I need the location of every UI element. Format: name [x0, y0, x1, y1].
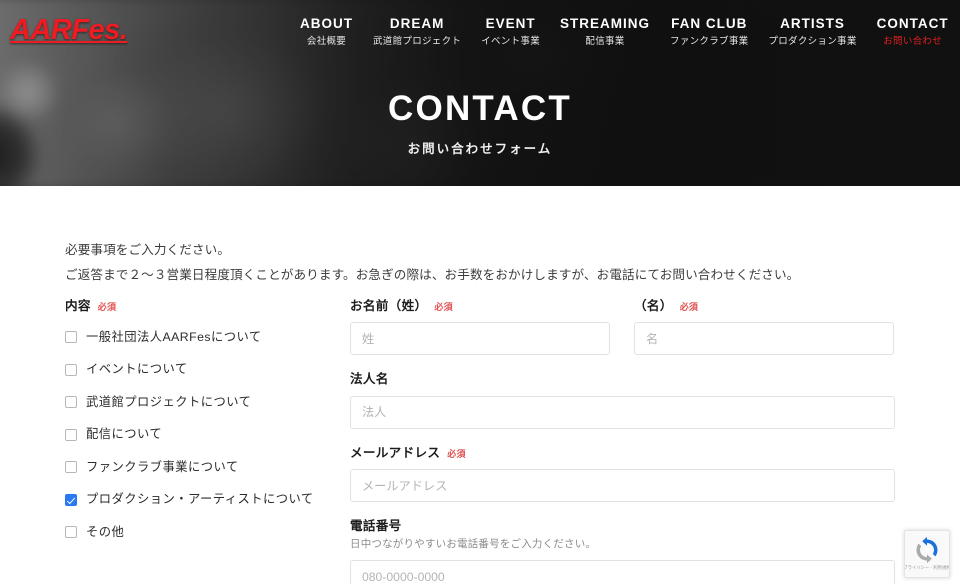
checkbox-option-production[interactable]: プロダクション・アーティストについて: [65, 490, 350, 510]
last-name-group: お名前（姓） 必須: [350, 298, 610, 356]
phone-label: 電話番号: [350, 518, 895, 534]
checkbox-label: イベントについて: [86, 362, 188, 377]
page-subtitle: お問い合わせフォーム: [407, 141, 553, 156]
nav-item-label-ja: プロダクション事業: [768, 35, 857, 47]
last-name-label: お名前（姓） 必須: [350, 298, 610, 314]
nav-item-dream[interactable]: DREAM 武道館プロジェクト: [363, 16, 471, 47]
last-name-label-text: お名前（姓）: [350, 299, 428, 313]
nav-item-label-en: EVENT: [485, 16, 536, 31]
content-checkbox-group: 内容 必須 一般社団法人AARFesについて イベントについて 武道館プロジェク…: [65, 298, 350, 555]
nav-item-label-en: DREAM: [389, 16, 445, 31]
phone-hint: 日中つながりやすいお電話番号をご入力ください。: [350, 538, 597, 551]
checkbox-label: 一般社団法人AARFesについて: [86, 329, 262, 344]
nav-item-label-en: ARTISTS: [780, 16, 845, 31]
phone-label-text: 電話番号: [350, 519, 402, 534]
required-badge: 必須: [679, 302, 699, 312]
first-name-label-text: （名）: [634, 299, 673, 313]
phone-input[interactable]: [350, 560, 895, 584]
site-header-hero: AARFes. ABOUT 会社概要 DREAM 武道館プロジェクト EVENT…: [0, 0, 960, 186]
email-input[interactable]: [350, 469, 895, 503]
checkbox-label: プロダクション・アーティストについて: [86, 492, 314, 507]
site-logo[interactable]: AARFes.: [10, 16, 128, 45]
nav-item-label-ja: 会社概要: [306, 35, 347, 47]
nav-item-label-ja: イベント事業: [481, 35, 541, 47]
personal-details-group: お名前（姓） 必須 （名） 必須 法人名: [350, 298, 895, 584]
checkbox-box-icon[interactable]: [65, 461, 77, 474]
email-group: メールアドレス 必須: [350, 445, 895, 503]
nav-item-label-en: STREAMING: [560, 16, 651, 31]
nav-item-label-ja: お問い合わせ: [883, 35, 943, 47]
checkbox-box-icon[interactable]: [65, 396, 77, 409]
required-badge: 必須: [447, 448, 466, 459]
checkbox-box-icon[interactable]: [65, 331, 77, 344]
required-badge: 必須: [434, 302, 453, 312]
nav-item-streaming[interactable]: STREAMING 配信事業: [550, 16, 660, 47]
content-group-label: 内容 必須: [65, 298, 350, 314]
nav-item-label-ja: 武道館プロジェクト: [373, 35, 462, 47]
nav-item-artists[interactable]: ARTISTS プロダクション事業: [758, 16, 866, 47]
nav-item-event[interactable]: EVENT イベント事業: [471, 16, 550, 47]
recaptcha-badge[interactable]: プライバシー - 利用規約: [904, 530, 950, 578]
company-group: 法人名: [350, 371, 895, 429]
nav-item-about[interactable]: ABOUT 会社概要: [290, 16, 363, 47]
checkbox-label: 武道館プロジェクトについて: [86, 394, 252, 409]
content-label-text: 内容: [65, 299, 91, 313]
contact-form: 内容 必須 一般社団法人AARFesについて イベントについて 武道館プロジェク…: [65, 298, 895, 584]
nav-item-label-en: CONTACT: [876, 16, 949, 31]
email-label: メールアドレス 必須: [350, 445, 895, 461]
last-name-input[interactable]: [350, 322, 610, 356]
recaptcha-links[interactable]: プライバシー - 利用規約: [905, 565, 949, 571]
contact-page-body: 必要事項をご入力ください。 ご返答まで２〜３営業日程度頂くことがあります。お急ぎ…: [0, 186, 960, 584]
first-name-group: （名） 必須: [634, 298, 894, 356]
phone-group: 電話番号 日中つながりやすいお電話番号をご入力ください。: [350, 518, 895, 584]
nav-item-contact[interactable]: CONTACT お問い合わせ: [867, 16, 959, 47]
nav-item-fan-club[interactable]: FAN CLUB ファンクラブ事業: [660, 16, 758, 47]
checkbox-box-icon[interactable]: [65, 363, 77, 376]
checkbox-option-budokan[interactable]: 武道館プロジェクトについて: [65, 392, 350, 412]
nav-item-label-ja: 配信事業: [585, 35, 625, 47]
main-navigation: ABOUT 会社概要 DREAM 武道館プロジェクト EVENT イベント事業 …: [290, 16, 959, 47]
nav-item-label-en: ABOUT: [300, 16, 353, 31]
first-name-label: （名） 必須: [634, 298, 894, 314]
checkbox-option-event[interactable]: イベントについて: [65, 360, 350, 380]
required-badge: 必須: [97, 302, 117, 312]
checkbox-label: 配信について: [86, 427, 163, 442]
company-label-text: 法人名: [350, 372, 389, 387]
intro-text: 必要事項をご入力ください。 ご返答まで２〜３営業日程度頂くことがあります。お急ぎ…: [65, 238, 885, 287]
checkbox-box-icon[interactable]: [65, 526, 77, 539]
email-label-text: メールアドレス: [350, 445, 441, 460]
intro-line-2: ご返答まで２〜３営業日程度頂くことがあります。お急ぎの際は、お手数をおかけします…: [65, 267, 800, 282]
page-title: CONTACT: [388, 89, 572, 128]
recaptcha-icon: [916, 536, 938, 564]
checkbox-box-icon-checked[interactable]: [65, 493, 77, 506]
checkbox-option-other[interactable]: その他: [65, 522, 350, 542]
hero-heading-block: CONTACT お問い合わせフォーム: [0, 89, 960, 157]
checkbox-label: ファンクラブ事業について: [86, 459, 239, 474]
checkbox-option-corporation[interactable]: 一般社団法人AARFesについて: [65, 327, 350, 347]
nav-item-label-en: FAN CLUB: [671, 16, 748, 31]
company-input[interactable]: [350, 395, 895, 429]
first-name-input[interactable]: [634, 322, 894, 356]
name-row: お名前（姓） 必須 （名） 必須: [350, 298, 895, 371]
checkbox-label: その他: [86, 524, 125, 539]
intro-line-1: 必要事項をご入力ください。: [65, 243, 231, 257]
checkbox-list: 一般社団法人AARFesについて イベントについて 武道館プロジェクトについて …: [65, 327, 350, 542]
checkbox-box-icon[interactable]: [65, 428, 77, 441]
company-label: 法人名: [350, 371, 895, 387]
checkbox-option-fanclub[interactable]: ファンクラブ事業について: [65, 457, 350, 477]
nav-item-label-ja: ファンクラブ事業: [670, 35, 749, 47]
checkbox-option-streaming[interactable]: 配信について: [65, 425, 350, 445]
